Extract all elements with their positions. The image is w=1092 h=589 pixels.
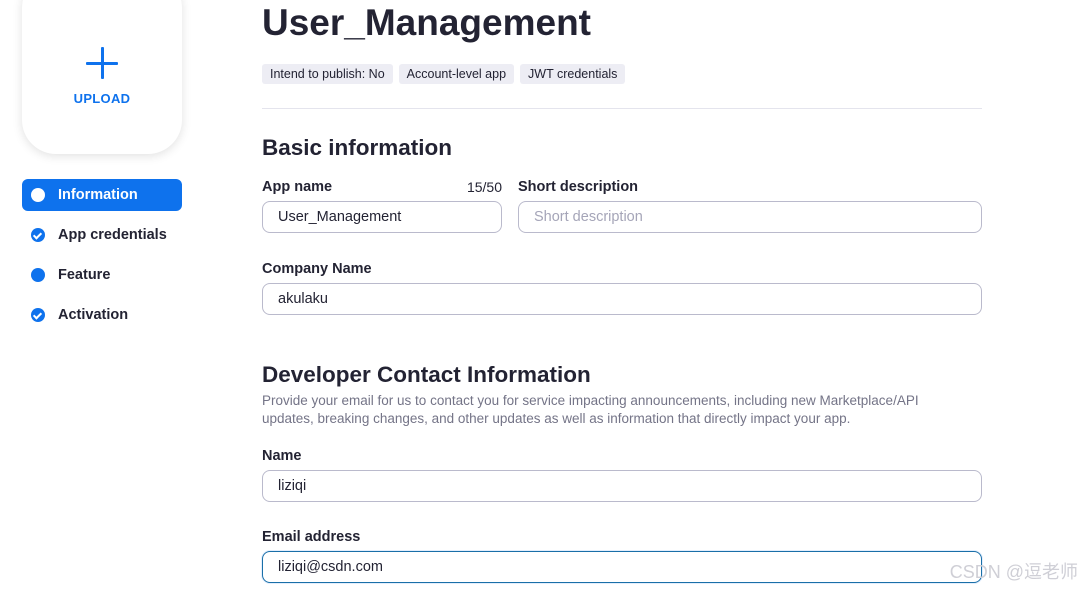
- short-description-label: Short description: [518, 179, 639, 195]
- upload-label: UPLOAD: [73, 91, 131, 106]
- sidebar-nav: Information App credentials Feature Acti…: [22, 179, 182, 339]
- plus-icon: [86, 47, 118, 79]
- tag-credentials: JWT credentials: [520, 64, 626, 84]
- app-name-counter: 15/50: [466, 179, 502, 195]
- sidebar-item-activation[interactable]: Activation: [22, 299, 182, 331]
- section-description: Provide your email for us to contact you…: [262, 393, 919, 426]
- company-name-input[interactable]: [262, 283, 982, 315]
- watermark: CSDN @逗老师: [949, 562, 1078, 582]
- section-heading-basic-info: Basic information: [262, 135, 453, 160]
- sidebar-item-label: Activation: [58, 307, 129, 323]
- email-label: Email address: [262, 529, 361, 545]
- page-title: User_Management: [262, 2, 592, 43]
- sidebar-item-label: Information: [58, 187, 138, 203]
- tag-list: Intend to publish: No Account-level app …: [262, 64, 626, 84]
- sidebar-item-app-credentials[interactable]: App credentials: [22, 219, 182, 251]
- sidebar-item-label: Feature: [58, 267, 111, 283]
- email-input[interactable]: [262, 551, 982, 583]
- company-name-label: Company Name: [262, 261, 372, 277]
- app-name-input[interactable]: [262, 201, 502, 233]
- divider: [262, 108, 982, 109]
- step-dot-icon: [31, 268, 45, 282]
- tag-app-type: Account-level app: [398, 64, 515, 84]
- sidebar-item-feature[interactable]: Feature: [22, 259, 182, 291]
- active-step-icon: [31, 188, 45, 202]
- upload-button[interactable]: UPLOAD: [22, 0, 182, 154]
- check-circle-icon: [31, 308, 45, 322]
- tag-publish: Intend to publish: No: [262, 64, 393, 84]
- sidebar-item-label: App credentials: [58, 227, 167, 243]
- sidebar-item-information[interactable]: Information: [22, 179, 182, 211]
- name-input[interactable]: [262, 470, 982, 502]
- app-name-label: App name: [262, 179, 333, 195]
- name-label: Name: [262, 448, 302, 464]
- section-heading-developer-contact: Developer Contact Information: [262, 362, 591, 387]
- check-circle-icon: [31, 228, 45, 242]
- short-description-input[interactable]: [518, 201, 982, 233]
